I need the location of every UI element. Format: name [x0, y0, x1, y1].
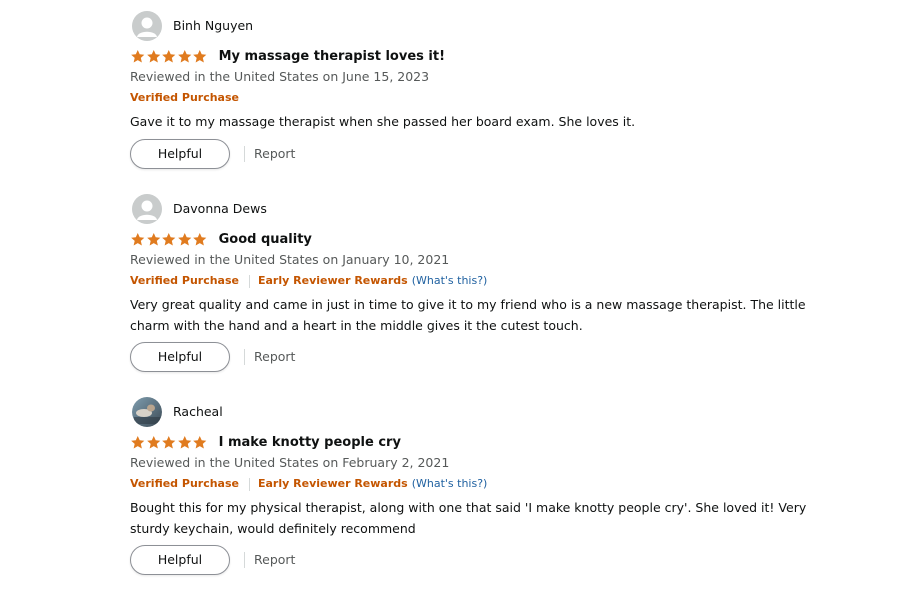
- star-icon: [162, 435, 176, 449]
- review-date: Reviewed in the United States on January…: [130, 252, 450, 267]
- action-divider: [244, 552, 245, 568]
- star-icon: [146, 435, 160, 449]
- early-reviewer-badge: Early Reviewer Rewards: [258, 477, 408, 490]
- badge-divider: [249, 477, 250, 491]
- whats-this-link[interactable]: (What's this?): [412, 274, 488, 287]
- review-title-row[interactable]: I make knotty people cry: [130, 432, 401, 454]
- star-rating: [130, 232, 208, 247]
- action-divider: [244, 146, 245, 162]
- review-actions: Helpful Report: [130, 545, 295, 575]
- review-title: My massage therapist loves it!: [218, 48, 445, 64]
- verified-purchase-badge: Verified Purchase: [130, 477, 239, 490]
- early-reviewer-badge: Early Reviewer Rewards: [258, 274, 408, 287]
- action-divider: [244, 349, 245, 365]
- review-badges: Verified Purchase Early Reviewer Rewards (…: [130, 476, 487, 492]
- review-title: Good quality: [218, 231, 312, 247]
- review-badges: Verified Purchase: [130, 90, 239, 106]
- badge-divider: [249, 274, 250, 288]
- star-icon: [162, 232, 176, 246]
- reviewer-name: Davonna Dews: [173, 201, 267, 216]
- review-actions: Helpful Report: [130, 139, 295, 169]
- review-date: Reviewed in the United States on Februar…: [130, 455, 450, 470]
- user-photo-avatar: [132, 397, 162, 427]
- reviewer-name: Racheal: [173, 404, 223, 419]
- report-link[interactable]: Report: [254, 139, 295, 169]
- star-icon: [131, 49, 145, 63]
- whats-this-link[interactable]: (What's this?): [412, 477, 488, 490]
- star-icon: [193, 435, 207, 449]
- verified-purchase-badge: Verified Purchase: [130, 91, 239, 104]
- review-title-row[interactable]: Good quality: [130, 229, 312, 251]
- star-icon: [177, 49, 191, 63]
- default-person-icon: [132, 194, 162, 224]
- report-link[interactable]: Report: [254, 342, 295, 372]
- star-icon: [162, 49, 176, 63]
- star-rating: [130, 49, 208, 64]
- review-badges: Verified Purchase Early Reviewer Rewards (…: [130, 273, 487, 289]
- helpful-button[interactable]: Helpful: [130, 139, 230, 169]
- reviewer-name: Binh Nguyen: [173, 18, 254, 33]
- star-icon: [146, 232, 160, 246]
- star-icon: [131, 435, 145, 449]
- review-date: Reviewed in the United States on June 15…: [130, 69, 430, 84]
- review-title: I make knotty people cry: [218, 434, 401, 450]
- star-icon: [177, 232, 191, 246]
- star-icon: [131, 232, 145, 246]
- review-title-row[interactable]: My massage therapist loves it!: [130, 46, 445, 68]
- verified-purchase-badge: Verified Purchase: [130, 274, 239, 287]
- review-actions: Helpful Report: [130, 342, 295, 372]
- review-card: Binh Nguyen My massage therapist loves i…: [130, 11, 830, 169]
- review-card: Davonna Dews Good quality Reviewed in th…: [130, 194, 830, 372]
- review-body: Bought this for my physical therapist, a…: [130, 500, 807, 536]
- star-icon: [146, 49, 160, 63]
- review-body: Gave it to my massage therapist when she…: [130, 114, 636, 129]
- review-body: Very great quality and came in just in t…: [130, 297, 806, 333]
- review-card: Racheal I make knotty people cry Reviewe…: [130, 397, 830, 575]
- report-link[interactable]: Report: [254, 545, 295, 575]
- star-icon: [193, 232, 207, 246]
- helpful-button[interactable]: Helpful: [130, 342, 230, 372]
- reviewer-profile[interactable]: Davonna Dews: [130, 194, 830, 224]
- star-icon: [193, 49, 207, 63]
- star-icon: [177, 435, 191, 449]
- reviewer-profile[interactable]: Racheal: [130, 397, 830, 427]
- helpful-button[interactable]: Helpful: [130, 545, 230, 575]
- reviewer-profile[interactable]: Binh Nguyen: [130, 11, 830, 41]
- star-rating: [130, 435, 208, 450]
- default-person-icon: [132, 11, 162, 41]
